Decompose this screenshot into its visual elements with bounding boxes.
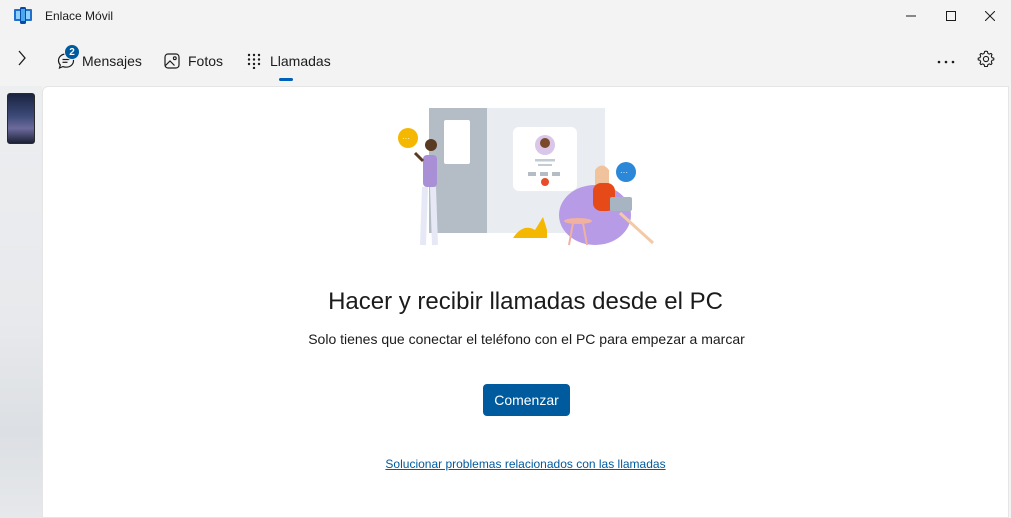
title-bar: Enlace Móvil: [0, 0, 1011, 32]
maximize-icon: [946, 11, 956, 21]
close-button[interactable]: [967, 0, 1011, 32]
photo-icon: [162, 51, 182, 71]
tab-fotos[interactable]: Fotos: [162, 48, 223, 74]
phone-thumbnail[interactable]: [7, 93, 35, 144]
page-subtext: Solo tienes que conectar el teléfono con…: [308, 331, 745, 347]
more-options-button[interactable]: [934, 48, 958, 72]
tab-fotos-label: Fotos: [188, 53, 224, 69]
expand-sidebar-button[interactable]: [12, 50, 32, 70]
tab-mensajes-label: Mensajes: [82, 53, 142, 69]
page-heading: Hacer y recibir llamadas desde el PC: [328, 288, 723, 315]
calls-illustration: ··· ···: [398, 108, 655, 246]
window-title: Enlace Móvil: [45, 9, 114, 23]
nav-bar: 2 Mensajes Fotos Llamadas: [0, 36, 1011, 84]
more-icon: [937, 51, 955, 69]
svg-text:···: ···: [402, 134, 410, 143]
tab-llamadas-label: Llamadas: [270, 53, 331, 69]
unread-badge: 2: [64, 44, 80, 60]
chevron-right-icon: [17, 50, 27, 71]
tab-llamadas[interactable]: Llamadas: [244, 48, 331, 74]
troubleshoot-container: Solucionar problemas relacionados con la…: [0, 457, 1011, 471]
dialpad-icon: [244, 51, 264, 71]
gear-icon: [977, 50, 995, 73]
svg-text:···: ···: [620, 168, 628, 177]
settings-button[interactable]: [975, 50, 997, 72]
minimize-icon: [906, 11, 916, 21]
selected-tab-indicator: [279, 78, 293, 81]
troubleshoot-link[interactable]: Solucionar problemas relacionados con la…: [385, 457, 665, 471]
close-icon: [985, 11, 995, 21]
phone-link-app-icon: [13, 7, 33, 25]
chat-icon: 2: [56, 44, 80, 71]
comenzar-button[interactable]: Comenzar: [483, 384, 570, 416]
tab-mensajes[interactable]: 2 Mensajes: [56, 44, 142, 74]
